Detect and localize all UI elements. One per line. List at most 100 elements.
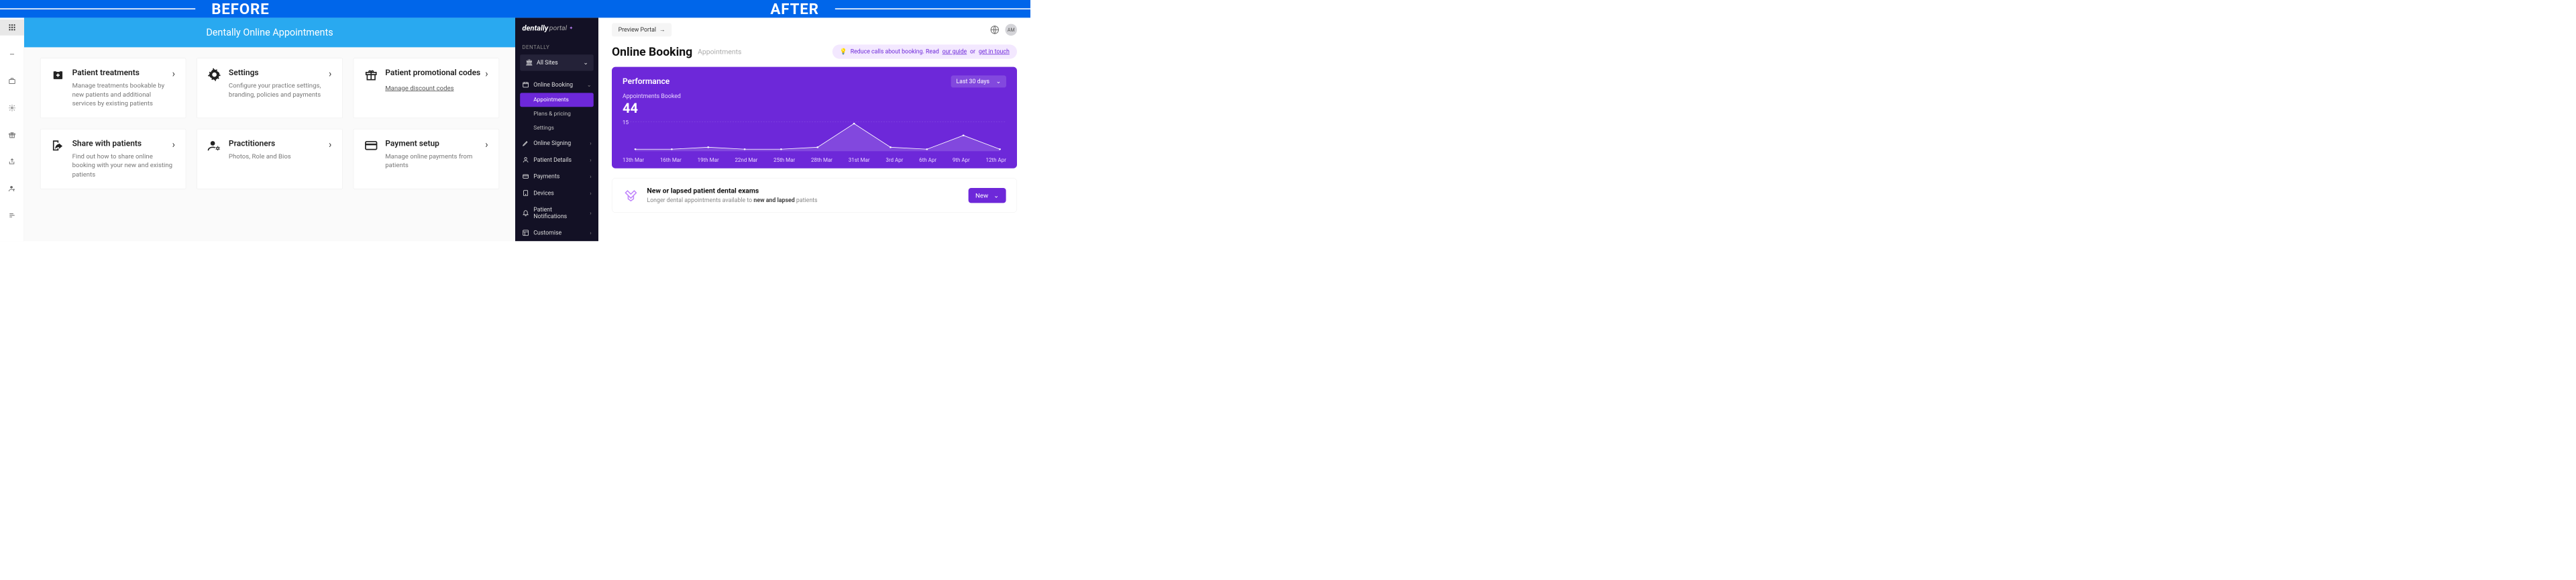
user-avatar[interactable]: AM (1005, 24, 1017, 36)
nav-label: Online Booking (533, 81, 573, 88)
rail-item-user[interactable] (0, 181, 24, 197)
page-title: Online Booking (612, 45, 692, 59)
handshake-icon (623, 187, 639, 203)
nav-online-booking[interactable]: Online Booking ⌄ (515, 77, 598, 93)
brand-sub: portal (549, 24, 567, 32)
chevron-down-icon: ⌄ (583, 59, 588, 66)
chevron-down-icon: ⌄ (994, 191, 999, 199)
x-axis-tick: 25th Mar (773, 156, 795, 163)
gear-icon (208, 68, 221, 81)
metric-value: 44 (623, 101, 1006, 116)
chevron-down-icon: ⌄ (587, 81, 592, 88)
sparkle-icon: ✦ (569, 26, 573, 31)
card-promo-codes[interactable]: Patient promotional codesManage discount… (354, 58, 499, 118)
x-axis-tick: 31st Mar (849, 156, 870, 163)
brand-logo: dentally portal ✦ (515, 17, 598, 38)
x-axis-tick: 28th Mar (811, 156, 833, 163)
lightbulb-icon: 💡 (840, 48, 847, 55)
rail-item-settings[interactable] (0, 100, 24, 116)
calendar-icon (522, 81, 529, 88)
preview-portal-button[interactable]: Preview Portal → (612, 23, 672, 36)
before-sidebar (0, 17, 24, 241)
building-icon: 🏛 (525, 59, 533, 66)
rail-item-briefcase[interactable] (0, 73, 24, 89)
before-panel: Dentally Online Appointments Patient tre… (0, 17, 515, 241)
card-title: Share with patients (72, 139, 175, 148)
nav-customise[interactable]: Customise › (515, 224, 598, 241)
period-value: Last 30 days (956, 78, 989, 85)
header-divider (0, 8, 195, 9)
chevron-right-icon: › (329, 68, 331, 79)
performance-title: Performance (623, 77, 669, 86)
card-settings[interactable]: SettingsConfigure your practice settings… (197, 58, 342, 118)
nav-label: Devices (533, 190, 554, 197)
user-cog-icon (208, 139, 221, 152)
x-axis-tick: 6th Apr (919, 156, 936, 163)
after-label: AFTER (770, 0, 818, 17)
nav-online-signing[interactable]: Online Signing › (515, 135, 598, 152)
card-practitioners[interactable]: PractitionersPhotos, Role and Bios › (197, 129, 342, 189)
info-title: New or lapsed patient dental exams (647, 187, 817, 195)
after-sidebar: dentally portal ✦ DENTALLY 🏛 All Sites ⌄… (515, 17, 598, 241)
tip-pill: 💡 Reduce calls about booking. Read our g… (833, 44, 1017, 58)
sidebar-section-label: DENTALLY (515, 38, 598, 53)
arrow-right-icon: → (659, 26, 665, 33)
chevron-right-icon: › (590, 209, 591, 216)
bell-icon (522, 209, 529, 216)
site-selector-value: All Sites (537, 59, 558, 66)
before-card-grid: Patient treatmentsManage treatments book… (24, 47, 515, 199)
new-button-label: New (975, 191, 988, 199)
chevron-down-icon: ⌄ (996, 78, 1001, 85)
info-desc: Longer dental appointments available to … (647, 197, 817, 204)
chevron-right-icon: › (590, 190, 591, 197)
new-button[interactable]: New ⌄ (969, 188, 1006, 203)
period-selector[interactable]: Last 30 days ⌄ (951, 75, 1006, 87)
before-label: BEFORE (211, 0, 269, 17)
card-patient-treatments[interactable]: Patient treatmentsManage treatments book… (40, 58, 186, 118)
card-payment[interactable]: Payment setupManage online payments from… (354, 129, 499, 189)
x-axis-tick: 9th Apr (953, 156, 970, 163)
appointments-chart: 15 13th Mar16th Mar19th Mar22nd Mar25th … (623, 119, 1006, 162)
card-title: Patient treatments (72, 68, 175, 77)
tip-text-mid: or (970, 48, 975, 55)
rail-item-minimize[interactable] (0, 46, 24, 62)
site-selector[interactable]: 🏛 All Sites ⌄ (520, 54, 594, 70)
nav-patient-details[interactable]: Patient Details › (515, 152, 598, 168)
comparison-header: BEFORE AFTER (0, 0, 1030, 17)
x-axis-tick: 22nd Mar (735, 156, 757, 163)
chevron-right-icon: › (485, 68, 488, 79)
share-icon (51, 139, 64, 152)
subnav-appointments[interactable]: Appointments (520, 93, 594, 107)
rail-item-apps[interactable] (0, 19, 24, 36)
x-axis-tick: 12th Apr (986, 156, 1006, 163)
brand-name: dentally (522, 23, 548, 32)
tip-link-guide[interactable]: our guide (943, 48, 967, 55)
after-panel: dentally portal ✦ DENTALLY 🏛 All Sites ⌄… (515, 17, 1030, 241)
nav-devices[interactable]: Devices › (515, 185, 598, 201)
card-title: Payment setup (385, 139, 488, 148)
nav-notifications[interactable]: Patient Notifications › (515, 201, 598, 224)
nav-label: Patient Details (533, 156, 572, 163)
device-icon (522, 189, 529, 196)
card-share[interactable]: Share with patientsFind out how to share… (40, 129, 186, 189)
chevron-right-icon: › (590, 230, 591, 236)
header-divider (835, 8, 1030, 9)
manage-codes-link[interactable]: Manage discount codes (385, 85, 453, 92)
card-desc: Configure your practice settings, brandi… (229, 81, 331, 99)
tip-link-contact[interactable]: get in touch (979, 48, 1010, 55)
rail-item-share[interactable] (0, 154, 24, 170)
after-topbar: Preview Portal → AM (598, 17, 1030, 42)
nav-payments[interactable]: Payments › (515, 168, 598, 185)
chevron-right-icon: › (590, 140, 591, 146)
globe-icon[interactable] (989, 25, 1000, 35)
subnav-settings[interactable]: Settings (515, 121, 598, 135)
rail-item-gift[interactable] (0, 127, 24, 143)
y-axis-tick: 15 (623, 119, 629, 126)
preview-label: Preview Portal (619, 26, 656, 33)
rail-item-list[interactable] (0, 207, 24, 224)
metric-label: Appointments Booked (623, 93, 1006, 99)
exam-info-card: New or lapsed patient dental exams Longe… (612, 178, 1017, 213)
treatments-icon (51, 68, 64, 81)
subnav-plans[interactable]: Plans & pricing (515, 107, 598, 121)
x-axis-tick: 3rd Apr (885, 156, 903, 163)
